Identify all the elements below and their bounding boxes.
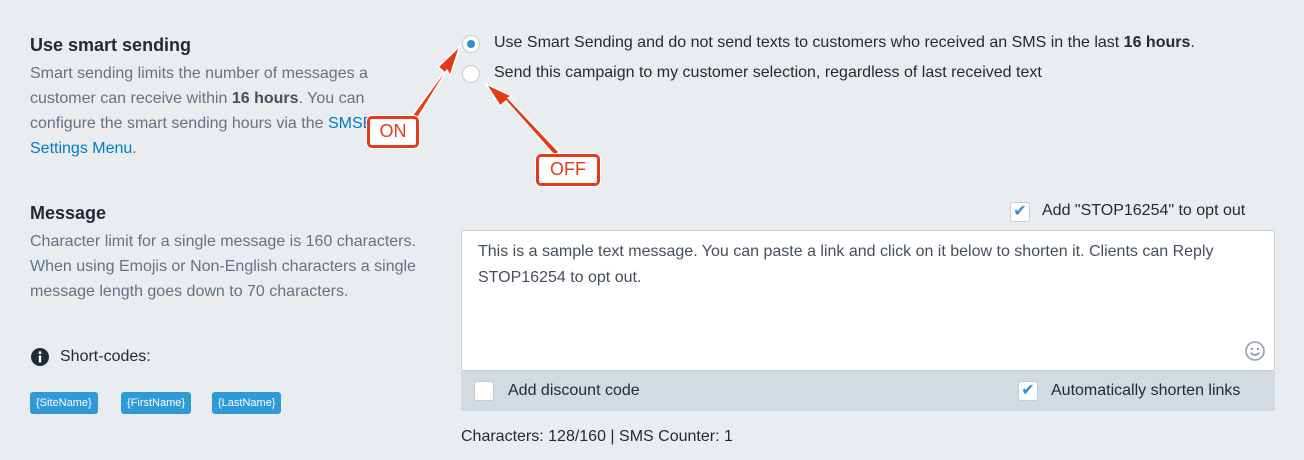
message-title: Message (30, 203, 107, 223)
message-description: Character limit for a single message is … (30, 233, 416, 300)
checkmark-icon: ✔ (1021, 382, 1035, 399)
shorten-links-label[interactable]: Automatically shorten links (1051, 382, 1240, 400)
message-body-text: This is a sample text message. You can p… (478, 243, 1214, 286)
shorten-links-checkbox[interactable]: ✔ (1018, 381, 1038, 401)
checkmark-icon: ✔ (1013, 203, 1027, 220)
opt-out-checkbox[interactable]: ✔ (1010, 202, 1030, 222)
shortcodes-label: Short-codes: (60, 348, 151, 365)
shortcode-sitename[interactable]: {SiteName} (30, 392, 98, 414)
discount-code-label[interactable]: Add discount code (508, 382, 640, 400)
discount-code-checkbox[interactable] (474, 381, 494, 401)
off-arrow (485, 83, 560, 157)
message-textarea[interactable]: This is a sample text message. You can p… (461, 230, 1275, 371)
on-arrow (408, 45, 461, 125)
shortcode-firstname[interactable]: {FirstName} (121, 392, 192, 414)
shortcode-lastname[interactable]: {LastName} (212, 392, 282, 414)
character-counter: Characters: 128/160 | SMS Counter: 1 (461, 428, 733, 445)
opt-out-label[interactable]: Add "STOP16254" to opt out (1042, 202, 1245, 220)
off-annotation-label: OFF (536, 154, 600, 186)
info-circle-icon (30, 347, 50, 367)
emoji-smile-icon[interactable] (1244, 340, 1266, 362)
on-annotation-label: ON (367, 116, 419, 148)
